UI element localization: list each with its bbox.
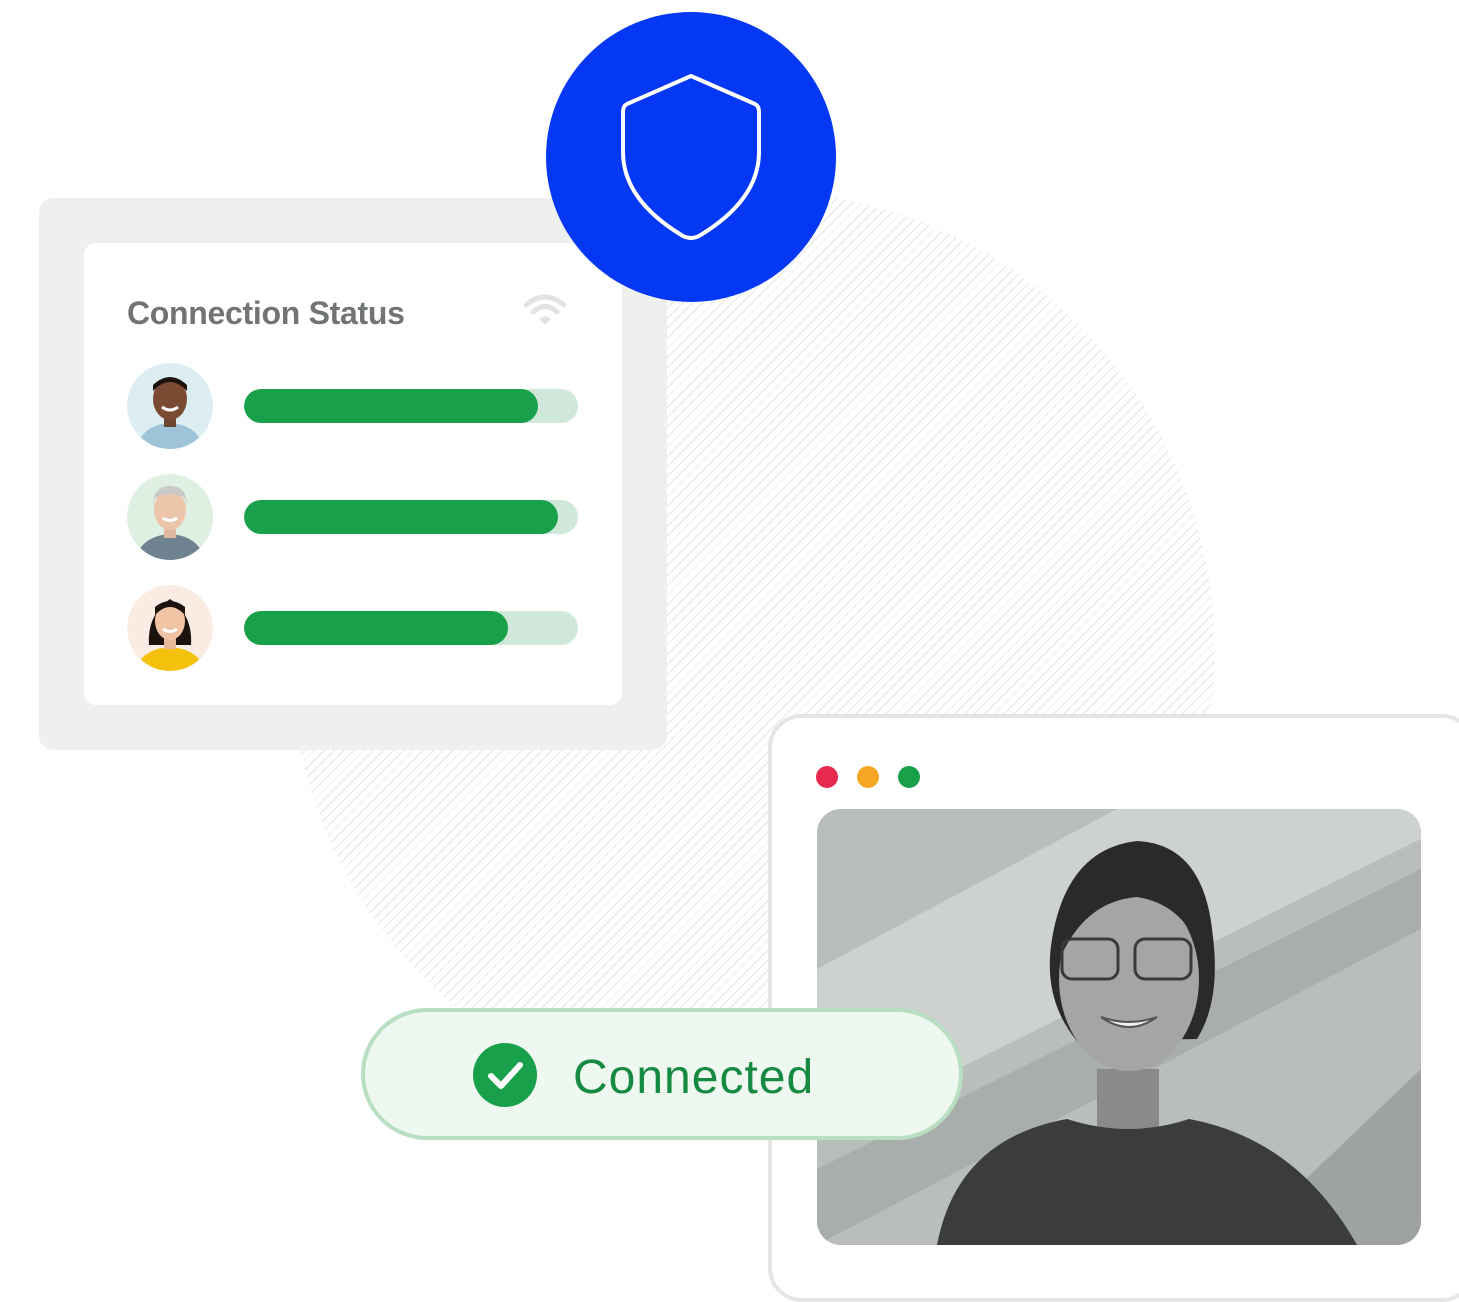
signal-bar-fill	[244, 500, 558, 534]
user-row	[127, 474, 579, 560]
shield-badge	[546, 12, 836, 302]
signal-bar	[244, 611, 578, 645]
woman-avatar	[127, 585, 213, 671]
close-dot[interactable]	[816, 766, 838, 788]
shield-icon	[621, 74, 761, 240]
connection-status-title: Connection Status	[127, 295, 405, 331]
maximize-dot[interactable]	[898, 766, 920, 788]
user-row	[127, 363, 579, 449]
signal-bar-fill	[244, 611, 508, 645]
wifi-icon	[523, 294, 567, 325]
signal-bar	[244, 500, 578, 534]
connected-status-badge: Connected	[361, 1008, 963, 1140]
user-row	[127, 585, 579, 671]
check-circle-icon	[473, 1043, 537, 1107]
signal-bar	[244, 389, 578, 423]
signal-bar-fill	[244, 389, 538, 423]
connection-status-card: Connection Status	[84, 243, 622, 705]
gray-hair-woman-avatar	[127, 474, 213, 560]
man-avatar	[127, 363, 213, 449]
connected-label: Connected	[573, 1051, 815, 1104]
minimize-dot[interactable]	[857, 766, 879, 788]
